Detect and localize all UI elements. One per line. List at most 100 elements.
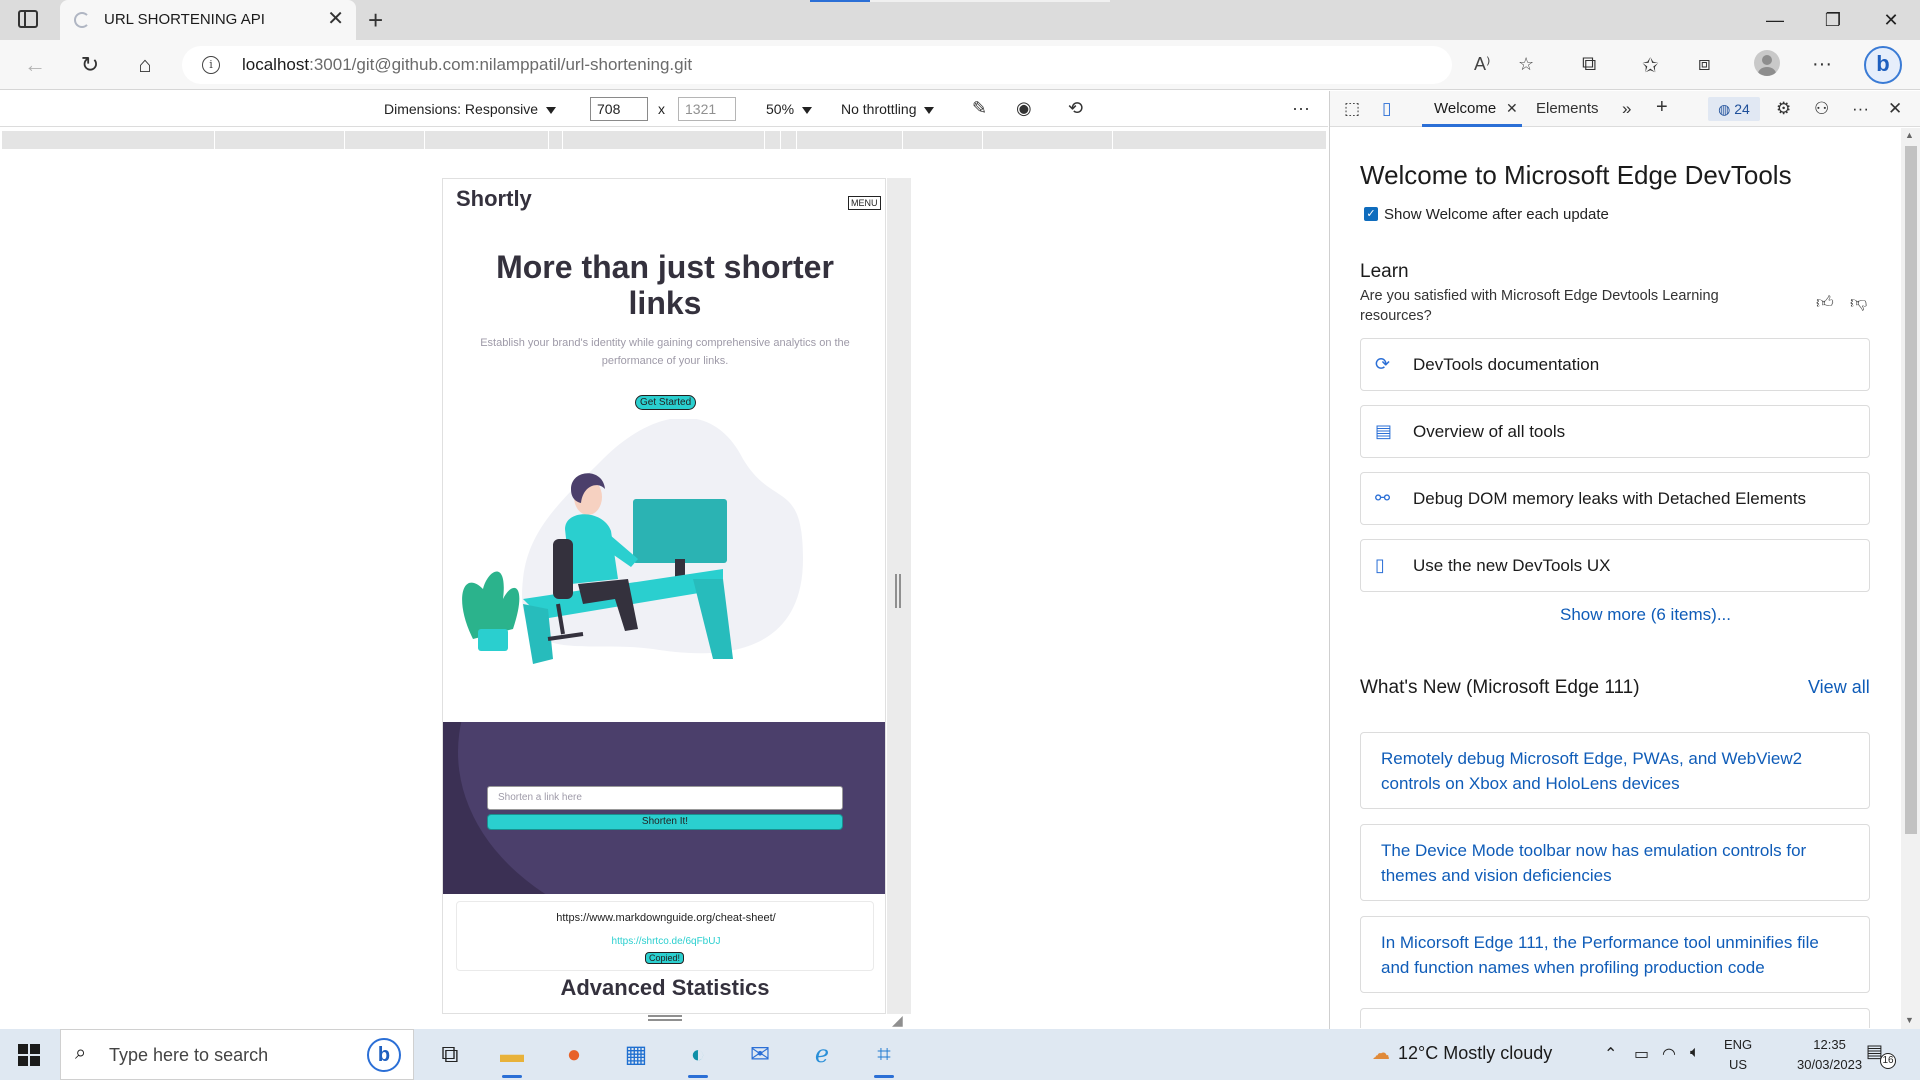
resize-corner-icon[interactable]: ◢	[892, 1012, 903, 1029]
url-field[interactable]: i localhost:3001/git@github.com:nilamppa…	[182, 46, 1534, 84]
news-card[interactable]: Remotely debug Microsoft Edge, PWAs, and…	[1360, 732, 1870, 809]
show-hidden-icons-icon[interactable]: ⌃	[1604, 1044, 1617, 1064]
copied-button[interactable]: Copied!	[645, 952, 685, 964]
device-icon[interactable]: ▭	[1634, 1044, 1649, 1064]
news-card[interactable]: The Device Mode toolbar now has emulatio…	[1360, 824, 1870, 901]
device-toolbar: Dimensions: Responsive x 50% No throttli…	[0, 91, 1328, 127]
device-more-icon[interactable]: ···	[1292, 98, 1310, 119]
task-view-icon[interactable]: ⧉	[430, 1037, 470, 1073]
times-symbol: x	[658, 101, 665, 117]
learn-card-docs[interactable]: ⟳ DevTools documentation	[1360, 338, 1870, 391]
scroll-up-icon[interactable]: ▲	[1905, 130, 1914, 140]
show-more-link[interactable]: Show more (6 items)...	[1330, 605, 1901, 625]
media-query-ruler[interactable]	[2, 131, 1326, 149]
taskbar-search[interactable]: ⌕ Type here to search b	[60, 1029, 414, 1080]
restore-icon[interactable]: ❐	[1813, 6, 1853, 34]
shorten-button[interactable]: Shorten It!	[487, 814, 843, 830]
learn-card-detached[interactable]: ⚯ Debug DOM memory leaks with Detached E…	[1360, 472, 1870, 525]
read-aloud-icon[interactable]: A⁾	[1474, 54, 1490, 75]
learn-card-ux[interactable]: ▯ Use the new DevTools UX	[1360, 539, 1870, 592]
settings-gear-icon[interactable]: ⚙	[1776, 99, 1791, 119]
whats-new-heading: What's New (Microsoft Edge 111)	[1360, 677, 1640, 698]
store-icon[interactable]: ▦	[616, 1037, 656, 1073]
issues-badge[interactable]: ◍ 24	[1708, 97, 1760, 121]
width-input[interactable]	[590, 97, 648, 121]
wifi-icon[interactable]: ◠	[1662, 1044, 1676, 1064]
new-tab-icon[interactable]: +	[368, 5, 383, 36]
vscode-icon[interactable]: ⌗	[864, 1037, 904, 1078]
windows-start-icon[interactable]	[18, 1044, 40, 1066]
collections-icon[interactable]: ⧈	[1698, 53, 1711, 76]
learn-card-overview[interactable]: ▤ Overview of all tools	[1360, 405, 1870, 458]
home-icon[interactable]: ⌂	[132, 52, 158, 78]
profile-avatar[interactable]	[1754, 50, 1780, 76]
tab-elements[interactable]: Elements	[1536, 100, 1599, 117]
shortly-logo[interactable]: Shortly	[456, 186, 532, 212]
checkbox-checked-icon[interactable]: ✓	[1364, 207, 1378, 221]
start-square	[18, 1044, 28, 1054]
refresh-icon[interactable]: ↻	[77, 52, 103, 78]
tab-close-icon[interactable]: ✕	[327, 8, 344, 30]
weather-widget[interactable]: ☁ 12°C Mostly cloudy	[1372, 1043, 1552, 1064]
ruler-tick	[344, 131, 345, 149]
edge-icon[interactable]: ◐	[678, 1037, 718, 1078]
notification-center-icon[interactable]: ▤ 16	[1866, 1041, 1896, 1069]
bing-icon[interactable]: b	[367, 1038, 401, 1072]
volume-icon[interactable]: 🔈︎	[1690, 1044, 1700, 1062]
windows-taskbar: ⌕ Type here to search b ⧉ ▬ ● ▦ ◐ ✉ ℯ ⌗ …	[0, 1029, 1920, 1080]
news-card-partial[interactable]	[1360, 1008, 1870, 1028]
feedback-icon[interactable]: ⚇	[1814, 99, 1829, 119]
device-emulation-icon[interactable]: ▯	[1382, 99, 1391, 119]
tab-actions-icon[interactable]	[18, 10, 38, 28]
browser-tab[interactable]: URL SHORTENING API ✕	[60, 0, 356, 40]
view-all-link[interactable]: View all	[1808, 677, 1870, 698]
language-indicator[interactable]: ENG US	[1724, 1035, 1752, 1075]
url-text[interactable]: localhost:3001/git@github.com:nilamppati…	[242, 55, 692, 75]
dimensions-dropdown[interactable]: Dimensions: Responsive	[384, 101, 557, 117]
internet-explorer-icon[interactable]: ℯ	[802, 1037, 842, 1073]
file-explorer-icon[interactable]: ▬	[492, 1037, 532, 1078]
vision-icon[interactable]: ◉	[1016, 98, 1032, 119]
rotate-icon[interactable]: ⟲	[1068, 98, 1083, 119]
more-menu-icon[interactable]: ···	[1812, 53, 1832, 76]
minimize-icon[interactable]: —	[1755, 6, 1795, 34]
favorites-icon[interactable]: ✩	[1642, 53, 1659, 78]
more-tabs-icon[interactable]: »	[1622, 99, 1631, 119]
height-input[interactable]	[678, 97, 736, 121]
site-info-icon[interactable]: i	[202, 56, 220, 74]
get-started-button[interactable]: Get Started	[635, 395, 697, 410]
throttling-dropdown[interactable]: No throttling	[841, 101, 935, 117]
clock[interactable]: 12:35 30/03/2023	[1797, 1035, 1862, 1075]
menu-button[interactable]: MENU	[848, 196, 881, 210]
mail-icon[interactable]: ✉	[740, 1037, 780, 1073]
thumbs-down-icon[interactable]: 👎︎	[1850, 292, 1867, 313]
chevron-down-icon	[924, 106, 935, 114]
tab-welcome[interactable]: Welcome	[1434, 100, 1496, 117]
inspect-icon[interactable]: ⬚	[1344, 99, 1360, 119]
firefox-icon[interactable]: ●	[554, 1037, 594, 1073]
close-devtools-icon[interactable]: ✕	[1888, 99, 1902, 119]
resize-handle-bottom[interactable]	[648, 1015, 682, 1021]
close-window-icon[interactable]: ✕	[1871, 6, 1911, 34]
back-icon[interactable]: ←	[22, 52, 48, 78]
zoom-dropdown[interactable]: 50%	[766, 101, 813, 117]
close-tab-icon[interactable]: ✕	[1506, 100, 1518, 117]
news-card[interactable]: In Micorsoft Edge 111, the Performance t…	[1360, 916, 1870, 993]
scroll-down-icon[interactable]: ▼	[1905, 1015, 1914, 1025]
thumbs-up-icon[interactable]: 👍︎	[1816, 292, 1834, 313]
devtools-scrollbar[interactable]: ▲ ▼	[1901, 128, 1920, 1029]
notification-count: 16	[1880, 1053, 1896, 1069]
devtools-more-icon[interactable]: ···	[1852, 99, 1869, 119]
resize-handle-right[interactable]	[895, 574, 901, 608]
scrollbar-thumb[interactable]	[1905, 146, 1917, 834]
extensions-icon[interactable]: ⧉	[1582, 53, 1596, 76]
bing-chat-icon[interactable]: b	[1864, 46, 1902, 84]
illustration-plant-pot	[478, 629, 508, 651]
add-tool-icon[interactable]: +	[1656, 96, 1668, 119]
ruler-tick	[1112, 131, 1113, 149]
add-favorite-icon[interactable]: ☆	[1518, 54, 1534, 75]
eyedropper-icon[interactable]: ✎	[972, 98, 987, 119]
short-link[interactable]: https://shrtco.de/6qFbUJ	[457, 936, 875, 947]
shorten-link-input[interactable]: Shorten a link here	[487, 786, 843, 810]
result-card: https://www.markdownguide.org/cheat-shee…	[456, 901, 874, 971]
